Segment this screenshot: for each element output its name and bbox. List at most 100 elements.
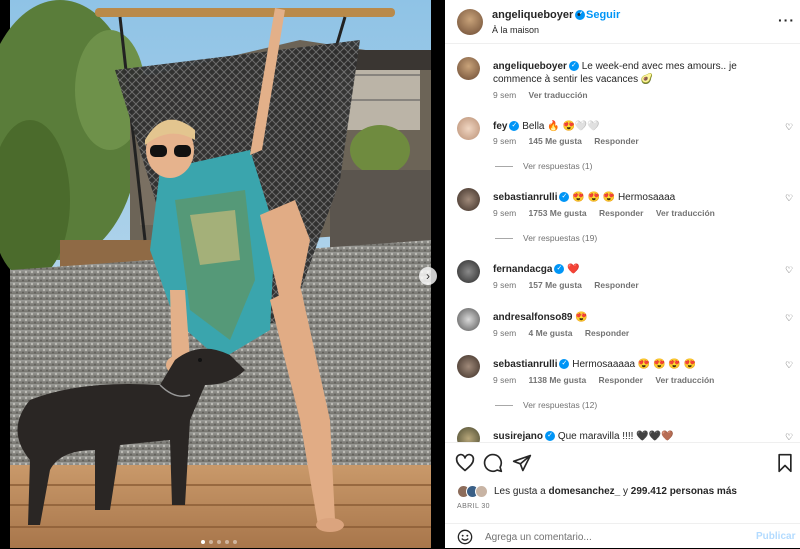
comment-username[interactable]: sebastianrulli [493, 359, 557, 370]
comment: fernandacga ✓ ❤️ ♡ 9 sem 157 Me gusta Res… [445, 260, 800, 300]
comment-text: fey ✓ Bella 🔥 😍🤍🤍 [493, 120, 773, 133]
verified-icon: ✓ [509, 121, 520, 132]
post-actions: Les gusta a domesanchez_ y 299.412 perso… [445, 442, 800, 548]
likes-connector: y [622, 485, 628, 497]
caption-username[interactable]: angeliqueboyer [493, 61, 567, 72]
avatar[interactable] [457, 308, 480, 331]
comment-body: 😍 😍 😍 Hermosaaaa [572, 192, 676, 203]
carousel-dot [201, 540, 205, 544]
replies-line [495, 166, 513, 168]
avatar[interactable] [457, 9, 483, 35]
comment-likes[interactable]: 1138 Me gusta [529, 375, 587, 385]
comment-text: sebastianrulli ✓ 😍 😍 😍 Hermosaaaa [493, 191, 773, 204]
avatar[interactable] [457, 57, 480, 80]
location-link[interactable]: À la maison [492, 25, 539, 35]
avatar[interactable] [457, 188, 480, 211]
post-header: angeliqueboyer ✓ • Seguir À la maison ··· [445, 0, 800, 44]
reply-button[interactable]: Responder [594, 136, 638, 146]
reply-button[interactable]: Responder [599, 208, 643, 218]
verified-icon: ✓ [554, 264, 565, 275]
photo-illustration [0, 0, 445, 548]
avatar[interactable] [457, 117, 480, 140]
view-replies-text[interactable]: Ver respuestas (19) [523, 233, 597, 243]
emoji-icon[interactable] [457, 529, 473, 545]
verified-icon: ✓ [559, 192, 570, 203]
comments-list[interactable]: angeliqueboyer ✓ Le week-end avec mes amo… [445, 45, 800, 442]
follow-button[interactable]: Seguir [586, 9, 620, 21]
comment-age: 9 sem [493, 280, 517, 290]
comment-username[interactable]: susirejano [493, 431, 543, 442]
caption-text: angeliqueboyer ✓ Le week-end avec mes amo… [493, 60, 773, 86]
comment-text: andresalfonso89 😍 [493, 311, 773, 324]
liker-username[interactable]: domesanchez_ [549, 486, 621, 497]
comment-likes[interactable]: 145 Me gusta [529, 136, 582, 146]
comment-likes[interactable]: 1753 Me gusta [529, 208, 587, 218]
replies-line [495, 405, 513, 407]
comment-body: Que maravilla !!!! 🖤🖤🤎 [557, 431, 674, 442]
username-text[interactable]: angeliqueboyer [492, 9, 573, 21]
reply-button[interactable]: Responder [585, 328, 629, 338]
comment-body: Bella 🔥 😍🤍🤍 [522, 121, 600, 132]
avatar[interactable] [475, 484, 488, 498]
caption: angeliqueboyer ✓ Le week-end avec mes amo… [445, 57, 800, 107]
reply-button[interactable]: Responder [599, 375, 643, 385]
comment-icon[interactable] [483, 453, 503, 473]
save-bookmark-icon[interactable] [775, 453, 795, 473]
likes-count[interactable]: 299.412 personas más [631, 486, 737, 497]
post-photo[interactable]: › [0, 0, 445, 548]
comment-username[interactable]: andresalfonso89 [493, 312, 572, 323]
comment-likes[interactable]: 4 Me gusta [529, 328, 573, 338]
comment-input[interactable] [485, 528, 745, 546]
view-replies-button[interactable]: Ver respuestas (19) [495, 233, 597, 243]
view-replies-text[interactable]: Ver respuestas (1) [523, 161, 592, 171]
like-comment-icon[interactable]: ♡ [785, 313, 793, 324]
replies-line [495, 238, 513, 240]
like-comment-icon[interactable]: ♡ [785, 122, 793, 133]
translate-link[interactable]: Ver traducción [529, 90, 588, 100]
share-icon[interactable] [512, 453, 532, 473]
separator-dot: • [577, 9, 581, 21]
avatar[interactable] [457, 355, 480, 378]
avatar[interactable] [457, 427, 480, 442]
post-date[interactable]: ABRIL 30 [457, 503, 490, 510]
author-username[interactable]: angeliqueboyer ✓ [492, 9, 586, 21]
comment-meta: 9 sem 157 Me gusta Responder [493, 280, 649, 290]
comment-age: 9 sem [493, 208, 517, 218]
comment-username[interactable]: fey [493, 121, 507, 132]
reply-button[interactable]: Responder [594, 280, 638, 290]
comment-body: 😍 [575, 312, 588, 323]
like-comment-icon[interactable]: ♡ [785, 265, 793, 276]
carousel-dot [217, 540, 221, 544]
comment: sebastianrulli ✓ 😍 😍 😍 Hermosaaaa ♡ 9 sem… [445, 188, 800, 250]
publish-button[interactable]: Publicar [756, 531, 795, 542]
comment-likes[interactable]: 157 Me gusta [529, 280, 582, 290]
like-comment-icon[interactable]: ♡ [785, 432, 793, 442]
translate-link[interactable]: Ver traducción [655, 375, 714, 385]
view-replies-button[interactable]: Ver respuestas (12) [495, 400, 597, 410]
like-comment-icon[interactable]: ♡ [785, 193, 793, 204]
verified-icon: ✓ [568, 61, 579, 72]
comment-username[interactable]: fernandacga [493, 264, 552, 275]
carousel-dot [225, 540, 229, 544]
likes-summary: Les gusta a domesanchez_ y 299.412 perso… [457, 483, 737, 499]
comment-text: susirejano ✓ Que maravilla !!!! 🖤🖤🤎 [493, 430, 773, 442]
avatar[interactable] [457, 260, 480, 283]
verified-icon: ✓ [559, 359, 570, 370]
carousel-dot [233, 540, 237, 544]
comment-username[interactable]: sebastianrulli [493, 192, 557, 203]
comment-composer: Publicar [445, 523, 800, 549]
like-heart-icon[interactable] [455, 453, 475, 473]
carousel-dot [209, 540, 213, 544]
comment-text: sebastianrulli ✓ Hermosaaaaa 😍 😍 😍 😍 [493, 358, 773, 371]
post-modal: › angeliqueboyer ✓ • Seguir À la maison ·… [0, 0, 800, 548]
translate-link[interactable]: Ver traducción [656, 208, 715, 218]
verified-icon: ✓ [545, 431, 556, 442]
more-options-icon[interactable]: ··· [778, 12, 795, 28]
carousel-dots [201, 540, 237, 544]
comment-age: 9 sem [493, 375, 517, 385]
next-photo-button[interactable]: › [419, 267, 437, 285]
view-replies-button[interactable]: Ver respuestas (1) [495, 161, 592, 171]
likes-text: Les gusta a domesanchez_ y 299.412 perso… [494, 486, 737, 497]
view-replies-text[interactable]: Ver respuestas (12) [523, 400, 597, 410]
like-comment-icon[interactable]: ♡ [785, 360, 793, 371]
